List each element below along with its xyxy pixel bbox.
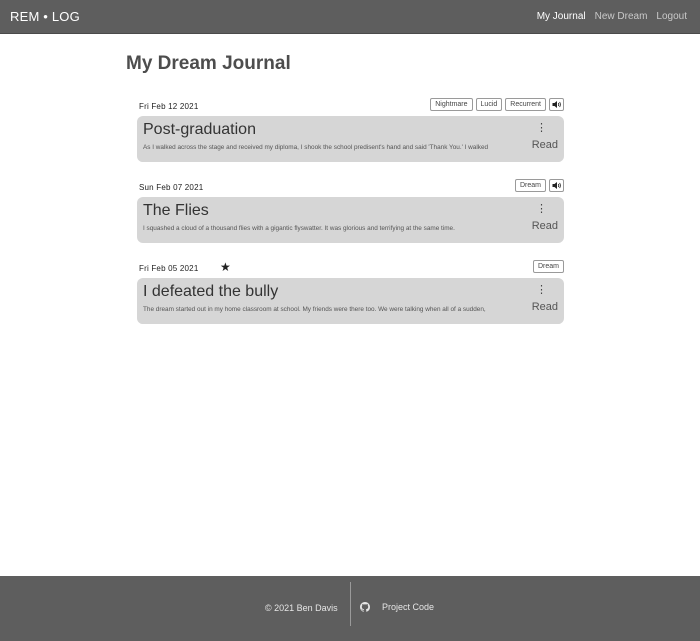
brand-logo[interactable]: REM • LOG — [10, 9, 80, 24]
footer: © 2021 Ben Davis Project Code — [0, 576, 700, 641]
audio-button[interactable] — [549, 98, 564, 111]
read-button[interactable]: Read — [532, 301, 558, 313]
entry-meta: Fri Feb 05 2021 ★ Dream — [137, 260, 564, 276]
nav-my-journal[interactable]: My Journal — [537, 11, 586, 22]
more-options-icon[interactable]: ⋮ — [536, 285, 547, 296]
journal-entry: Fri Feb 12 2021 Nightmare Lucid Recurren… — [137, 98, 564, 162]
more-options-icon[interactable]: ⋮ — [536, 123, 547, 134]
project-code-link[interactable]: Project Code — [360, 602, 434, 612]
more-options-icon[interactable]: ⋮ — [536, 204, 547, 215]
excerpt-fade — [137, 154, 564, 162]
journal-entry: Sun Feb 07 2021 Dream The Flies I squash… — [137, 179, 564, 243]
copyright-text: © 2021 Ben Davis — [265, 603, 338, 613]
entry-tags: Nightmare Lucid Recurrent — [430, 98, 564, 111]
tag-dream[interactable]: Dream — [514, 179, 546, 192]
navbar: REM • LOG My Journal New Dream Logout — [0, 0, 700, 34]
journal-entry: Fri Feb 05 2021 ★ Dream I defeated the b… — [137, 260, 564, 324]
excerpt-fade — [137, 316, 564, 324]
entry-tags: Dream — [514, 179, 564, 192]
entry-meta: Fri Feb 12 2021 Nightmare Lucid Recurren… — [137, 98, 564, 114]
entry-card[interactable]: I defeated the bully The dream started o… — [137, 278, 564, 324]
nav-logout[interactable]: Logout — [656, 11, 687, 22]
entry-card[interactable]: Post-graduation As I walked across the s… — [137, 116, 564, 162]
star-icon[interactable]: ★ — [220, 260, 231, 274]
entry-title: Post-graduation — [143, 121, 256, 138]
audio-button[interactable] — [549, 179, 564, 192]
speaker-icon — [552, 182, 561, 189]
project-code-label: Project Code — [382, 602, 435, 612]
github-icon — [360, 602, 370, 612]
entry-title: The Flies — [143, 202, 209, 219]
entry-tags: Dream — [532, 260, 564, 273]
entry-date: Fri Feb 05 2021 — [139, 264, 199, 273]
read-button[interactable]: Read — [532, 220, 558, 232]
footer-divider — [350, 582, 351, 626]
entry-title: I defeated the bully — [143, 283, 279, 300]
entry-date: Sun Feb 07 2021 — [139, 183, 204, 192]
tag-nightmare[interactable]: Nightmare — [430, 98, 473, 111]
read-button[interactable]: Read — [532, 139, 558, 151]
tag-lucid[interactable]: Lucid — [475, 98, 503, 111]
nav-links: My Journal New Dream Logout — [537, 11, 687, 22]
entry-meta: Sun Feb 07 2021 Dream — [137, 179, 564, 195]
page-title: My Dream Journal — [126, 53, 291, 74]
tag-dream[interactable]: Dream — [532, 260, 564, 273]
entry-excerpt: I squashed a cloud of a thousand flies w… — [143, 225, 455, 232]
nav-new-dream[interactable]: New Dream — [595, 11, 648, 22]
speaker-icon — [552, 101, 561, 108]
entry-card[interactable]: The Flies I squashed a cloud of a thousa… — [137, 197, 564, 243]
tag-recurrent[interactable]: Recurrent — [505, 98, 546, 111]
entry-date: Fri Feb 12 2021 — [139, 102, 199, 111]
